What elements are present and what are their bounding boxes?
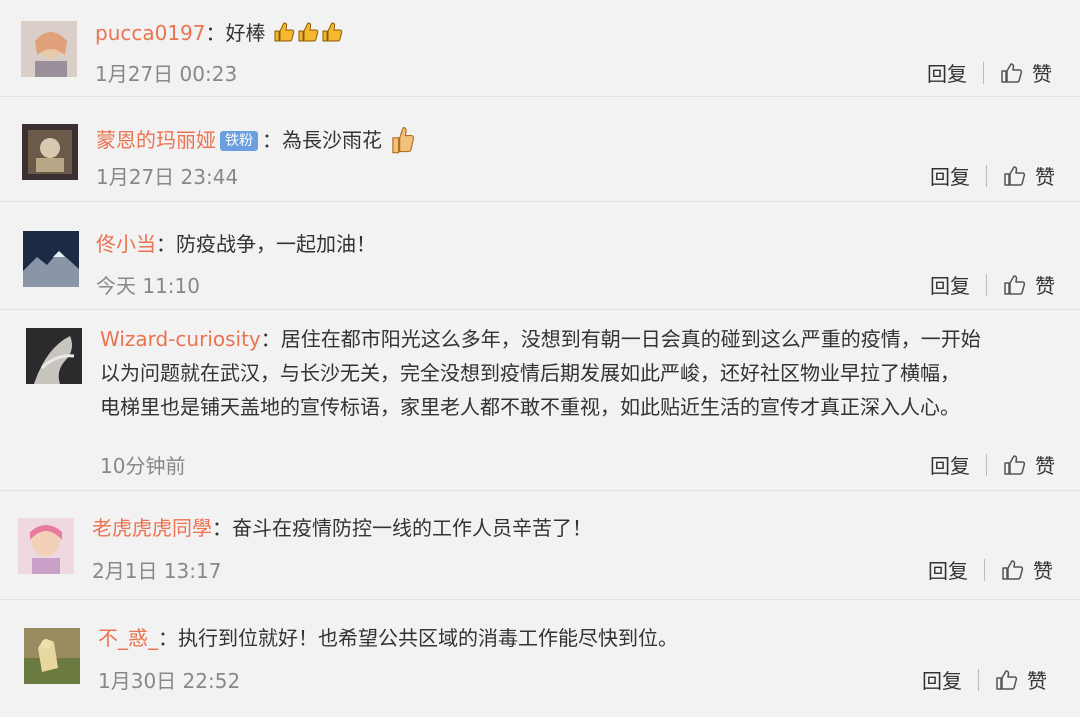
reply-button[interactable]: 回复 [930,450,970,479]
reply-button[interactable]: 回复 [930,161,970,190]
like-button[interactable]: 赞 [1003,161,1055,190]
comment-line: 蒙恩的玛丽娅 铁粉 ：為長沙雨花 [96,123,416,155]
divider [986,164,987,187]
divider [986,273,987,296]
comment-actions: 回复 赞 [930,450,1055,479]
comment-time: 1月30日 22:52 [98,669,241,693]
comment-actions: 回复 赞 [922,665,1047,694]
comment-actions: 回复 赞 [927,58,1052,87]
like-label: 赞 [1027,669,1047,693]
comment-text: 以为问题就在武汉，与长沙无关，完全没想到疫情后期发展如此严峻，还好社区物业早拉了… [100,361,960,385]
username-link[interactable]: 不_惑_ [98,626,158,650]
comment-time: 1月27日 00:23 [95,62,238,86]
thumbs-up-icon [996,669,1018,690]
colon: ： [158,626,178,650]
colon: ： [212,516,232,540]
divider [984,558,985,581]
comment-text: 居住在都市阳光这么多年，没想到有朝一日会真的碰到这么严重的疫情，一开始 [280,327,981,351]
like-label: 赞 [1035,165,1055,189]
comment-item: 佟小当：防疫战争，一起加油！ 今天 11:10 回复 赞 [0,202,1080,310]
comment-time: 2月1日 13:17 [92,559,222,583]
like-label: 赞 [1035,454,1055,478]
thumbs-up-icon [1004,274,1026,295]
comment-item: pucca0197：好棒 1月27日 00:23 回复 赞 [0,0,1080,97]
reply-button[interactable]: 回复 [922,665,962,694]
comment-line: 佟小当：防疫战争，一起加油！ [96,232,376,256]
colon: ： [260,327,281,351]
comment-actions: 回复 赞 [930,270,1055,299]
username-link[interactable]: pucca0197 [95,21,206,45]
avatar[interactable] [26,328,82,384]
reply-button[interactable]: 回复 [930,270,970,299]
like-label: 赞 [1032,62,1052,86]
like-label: 赞 [1035,274,1055,298]
thumbs-up-icon [1002,559,1024,580]
username-link[interactable]: Wizard-curiosity [100,327,261,351]
comment-text: 奋斗在疫情防控一线的工作人员辛苦了！ [232,516,592,540]
comment-item: 蒙恩的玛丽娅 铁粉 ：為長沙雨花 1月27日 23:44 回复 赞 [0,97,1080,202]
comment-time: 1月27日 23:44 [96,165,239,189]
divider [986,453,987,476]
comment-body: Wizard-curiosity：居住在都市阳光这么多年，没想到有朝一日会真的碰… [100,322,1055,424]
avatar[interactable] [24,628,80,684]
comment-text: 為長沙雨花 [282,128,382,152]
comment-line: pucca0197：好棒 [95,20,344,45]
fan-badge[interactable]: 铁粉 [220,131,258,151]
thumbs-up-icon [1004,454,1026,475]
comment-text: 好棒 [225,21,266,45]
comment-line: 不_惑_：执行到位就好！也希望公共区域的消毒工作能尽快到位。 [98,626,678,650]
thumbs-up-icon [1001,62,1023,83]
reply-button[interactable]: 回复 [928,555,968,584]
colon: ： [262,128,282,152]
comment-text: 防疫战争，一起加油！ [176,232,376,256]
comment-item: 老虎虎虎同學：奋斗在疫情防控一线的工作人员辛苦了！ 2月1日 13:17 回复 … [0,491,1080,600]
comment-text: 电梯里也是铺天盖地的宣传标语，家里老人都不敢不重视，如此贴近生活的宣传才真正深入… [100,395,960,419]
comment-actions: 回复 赞 [930,161,1055,190]
username-link[interactable]: 佟小当 [96,232,156,256]
like-button[interactable]: 赞 [1000,58,1052,87]
comment-item: Wizard-curiosity：居住在都市阳光这么多年，没想到有朝一日会真的碰… [0,310,1080,491]
comment-line: 老虎虎虎同學：奋斗在疫情防控一线的工作人员辛苦了！ [92,516,592,540]
like-label: 赞 [1033,559,1053,583]
thumbs-up-icon [1004,165,1026,186]
username-link[interactable]: 老虎虎虎同學 [92,516,212,540]
avatar[interactable] [23,231,79,287]
divider [983,61,984,84]
thumbs-up-emoji-icon [388,126,416,154]
comment-time: 今天 11:10 [96,274,200,298]
colon: ： [156,232,176,256]
username-link[interactable]: 蒙恩的玛丽娅 [96,128,216,152]
like-button[interactable]: 赞 [1003,450,1055,479]
avatar[interactable] [18,518,74,574]
comment-line: Wizard-curiosity：居住在都市阳光这么多年，没想到有朝一日会真的碰… [100,322,1055,356]
reply-button[interactable]: 回复 [927,58,967,87]
avatar[interactable] [21,21,77,77]
avatar[interactable] [22,124,78,180]
colon: ： [205,21,226,45]
comment-item: 不_惑_：执行到位就好！也希望公共区域的消毒工作能尽快到位。 1月30日 22:… [0,600,1080,717]
like-button[interactable]: 赞 [1003,270,1055,299]
like-button[interactable]: 赞 [995,665,1047,694]
comment-actions: 回复 赞 [928,555,1053,584]
divider [978,668,979,691]
comment-time: 10分钟前 [100,454,186,478]
comment-text: 执行到位就好！也希望公共区域的消毒工作能尽快到位。 [178,626,678,650]
thumbs-up-emoji-icon [272,21,344,45]
like-button[interactable]: 赞 [1001,555,1053,584]
